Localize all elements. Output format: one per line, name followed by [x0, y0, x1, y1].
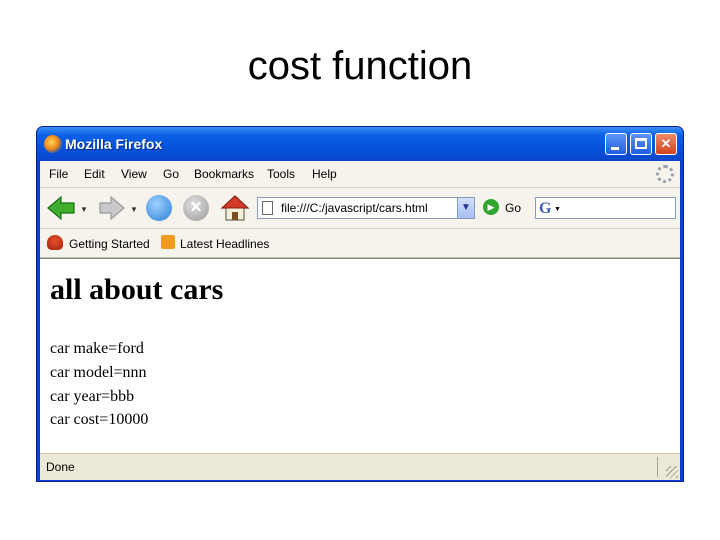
window-title: Mozilla Firefox [65, 136, 163, 152]
back-dropdown-icon[interactable]: ▼ [80, 205, 88, 214]
minimize-button[interactable] [605, 133, 627, 155]
rss-icon [161, 235, 175, 249]
firefox-logo-icon [44, 135, 62, 153]
search-input[interactable]: G ▼ [535, 197, 676, 219]
page-content: all about cars car make=ford car model=n… [40, 258, 680, 453]
menu-bookmarks[interactable]: Bookmarks [194, 167, 254, 181]
menu-file[interactable]: File [49, 167, 68, 181]
menu-tools[interactable]: Tools [267, 167, 295, 181]
address-bar[interactable]: file:///C:/javascript/cars.html [257, 197, 475, 219]
page-heading: all about cars [50, 273, 224, 306]
reload-icon[interactable] [146, 195, 172, 221]
car-cost-line: car cost=10000 [50, 411, 149, 428]
address-input[interactable]: file:///C:/javascript/cars.html [281, 201, 428, 215]
search-engine-dropdown-icon[interactable]: ▼ [554, 206, 561, 213]
resize-grip-icon[interactable] [666, 466, 678, 478]
title-bar[interactable]: Mozilla Firefox ✕ [37, 127, 683, 161]
minimize-icon [611, 147, 619, 150]
forward-arrow-icon[interactable] [98, 195, 126, 221]
menu-bar: File Edit View Go Bookmarks Tools Help [40, 161, 680, 188]
home-icon[interactable] [220, 193, 250, 223]
back-arrow-icon[interactable] [46, 195, 76, 221]
status-text: Done [46, 460, 75, 474]
bookmarks-toolbar: Getting Started Latest Headlines [40, 229, 680, 258]
menu-view[interactable]: View [121, 167, 147, 181]
status-bar: Done [40, 453, 680, 480]
maximize-icon [635, 138, 647, 149]
browser-window: Mozilla Firefox ✕ File Edit View Go Book… [36, 126, 684, 482]
maximize-button[interactable] [630, 133, 652, 155]
car-year-line: car year=bbb [50, 388, 135, 405]
go-button[interactable]: Go [505, 201, 521, 215]
slide-title: cost function [247, 44, 473, 88]
address-dropdown-button[interactable]: ▼ [457, 197, 475, 219]
go-arrow-icon[interactable]: ▶ [483, 199, 499, 215]
menu-help[interactable]: Help [312, 167, 337, 181]
close-button[interactable]: ✕ [655, 133, 677, 155]
navigation-toolbar: ▼ ▼ ✕ file:///C:/javascript/cars.html ▼ … [40, 188, 680, 229]
status-divider [657, 457, 658, 477]
bookmark-getting-started[interactable]: Getting Started [69, 237, 150, 251]
car-make-line: car make=ford [50, 340, 144, 357]
google-search-engine-icon[interactable]: G [539, 200, 551, 218]
forward-dropdown-icon[interactable]: ▼ [130, 205, 138, 214]
browser-client: File Edit View Go Bookmarks Tools Help ▼… [40, 161, 680, 480]
stop-icon[interactable]: ✕ [183, 195, 209, 221]
page-icon [262, 201, 273, 215]
menu-edit[interactable]: Edit [84, 167, 105, 181]
car-model-line: car model=nnn [50, 364, 147, 381]
throbber-icon [656, 165, 674, 183]
bookmark-latest-headlines[interactable]: Latest Headlines [180, 237, 269, 251]
menu-go[interactable]: Go [163, 167, 179, 181]
firefox-gs-icon [47, 235, 63, 250]
